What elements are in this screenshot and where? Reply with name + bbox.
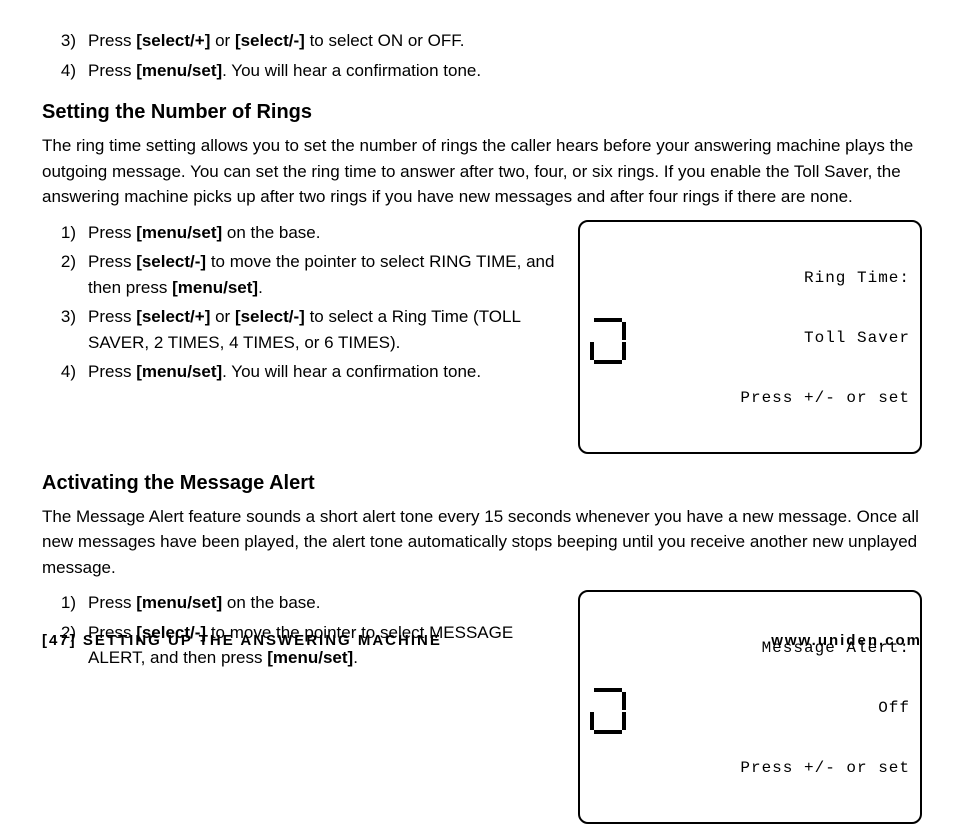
section-paragraph: The Message Alert feature sounds a short… <box>42 504 922 581</box>
step-text: Press [select/+] or [select/-] to select… <box>88 28 922 54</box>
message-count-icon <box>590 686 632 734</box>
message-count-icon <box>590 316 632 364</box>
step-number: 3) <box>50 28 76 54</box>
list-item: 4) Press [menu/set]. You will hear a con… <box>50 359 562 385</box>
lcd-display-ring-time: Ring Time: Toll Saver Press +/- or set <box>578 220 922 454</box>
section-row: 1) Press [menu/set] on the base. 2) Pres… <box>42 216 922 454</box>
footer-url: www.uniden.com <box>771 630 922 653</box>
section-row: 1) Press [menu/set] on the base. 2) Pres… <box>42 586 922 824</box>
list-item: 4) Press [menu/set]. You will hear a con… <box>50 58 922 84</box>
list-item: 1) Press [menu/set] on the base. <box>50 590 562 616</box>
lcd-display-message-alert: Message Alert: Off Press +/- or set <box>578 590 922 824</box>
step-text: Press [menu/set]. You will hear a confir… <box>88 58 922 84</box>
intro-steps: 3) Press [select/+] or [select/-] to sel… <box>42 28 922 83</box>
section-heading-rings: Setting the Number of Rings <box>42 97 922 127</box>
list-item: 3) Press [select/+] or [select/-] to sel… <box>50 304 562 355</box>
lcd-lines: Ring Time: Toll Saver Press +/- or set <box>644 228 910 448</box>
section-paragraph: The ring time setting allows you to set … <box>42 133 922 210</box>
list-item: 2) Press [select/-] to move the pointer … <box>50 249 562 300</box>
step-number: 4) <box>50 58 76 84</box>
section-heading-alert: Activating the Message Alert <box>42 468 922 498</box>
steps-column: 1) Press [menu/set] on the base. 2) Pres… <box>42 216 562 389</box>
list-item: 1) Press [menu/set] on the base. <box>50 220 562 246</box>
list-item: 3) Press [select/+] or [select/-] to sel… <box>50 28 922 54</box>
footer-page-title: [47] SETTING UP THE ANSWERING MACHINE <box>42 630 442 653</box>
page-footer: [47] SETTING UP THE ANSWERING MACHINE ww… <box>42 630 922 653</box>
